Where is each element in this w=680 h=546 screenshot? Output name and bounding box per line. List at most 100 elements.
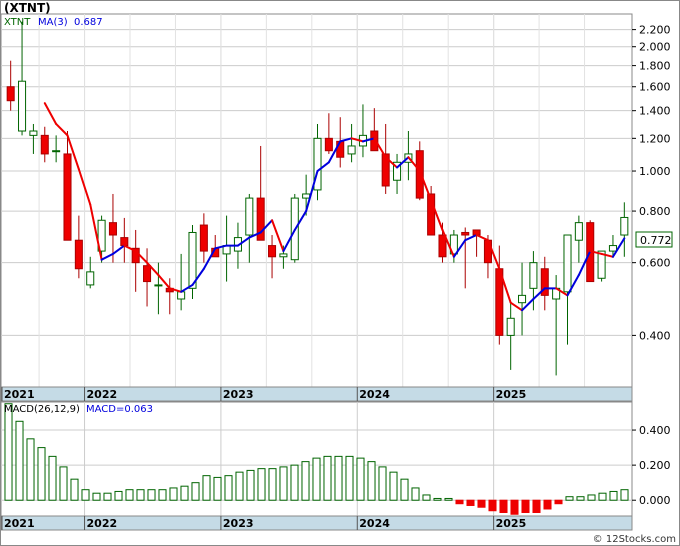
macd-bar: [26, 438, 35, 501]
price-x-tick-label: 2024: [359, 388, 390, 401]
candle-body: [63, 153, 72, 241]
macd-bar: [488, 499, 497, 512]
price-panel: 2.200 2.000 1.800 1.600 1.400 1.200 1.000 0.800…: [0, 13, 673, 402]
macd-bar: [565, 496, 574, 501]
macd-bar: [37, 447, 46, 501]
stock-chart: 2.200 2.000 1.800 1.600 1.400 1.200 1.000 0.800…: [0, 0, 680, 546]
candle-body: [29, 130, 38, 136]
macd-bar: [587, 494, 596, 501]
legend-ma-value: 0.687: [74, 17, 103, 28]
candle-body: [518, 294, 527, 304]
macd-panel: 0.400 0.200 0.000 2021 2022 2023 2024 2025 MAC…: [0, 401, 671, 531]
macd-legend-value: MACD=0.063: [86, 404, 153, 415]
macd-y-tick-label: 0.200: [639, 459, 671, 472]
macd-bar: [246, 469, 255, 501]
macd-bar: [554, 499, 563, 505]
candle-body: [18, 80, 27, 132]
candle-body: [177, 291, 186, 300]
candle-body: [529, 262, 538, 289]
macd-bar: [59, 466, 68, 501]
macd-bar: [444, 497, 453, 501]
macd-bar: [411, 487, 420, 501]
candle-body: [415, 150, 424, 199]
macd-bar: [70, 478, 79, 501]
macd-bar: [4, 403, 13, 501]
macd-bar: [92, 492, 101, 501]
candle-body: [279, 253, 288, 258]
macd-bar: [312, 457, 321, 501]
price-x-tick-label: 2023: [223, 388, 254, 401]
macd-bar: [213, 476, 222, 501]
macd-bar: [367, 461, 376, 501]
price-y-tick-label: 1.200: [639, 132, 671, 145]
macd-bar: [477, 499, 486, 508]
candle-body: [154, 284, 163, 287]
macd-x-tick-label: 2023: [223, 517, 254, 530]
macd-bar: [169, 487, 178, 501]
macd-bar: [158, 489, 167, 501]
macd-x-tick-label: 2024: [359, 517, 390, 530]
macd-bar: [356, 457, 365, 501]
macd-bar: [147, 489, 156, 501]
price-x-tick-label: 2021: [4, 388, 35, 401]
macd-bar: [301, 461, 310, 501]
price-y-tick-label: 0.800: [639, 205, 671, 218]
macd-bar: [323, 455, 332, 501]
candle-body: [506, 317, 515, 336]
price-y-tick-label: 2.200: [639, 24, 671, 37]
macd-bar: [180, 485, 189, 501]
legend-ma-label: MA(3): [38, 17, 68, 28]
candle-body: [336, 140, 345, 158]
macd-bar: [433, 497, 442, 501]
macd-y-tick-label: 0.000: [639, 494, 671, 507]
macd-bar: [576, 496, 585, 501]
candle-body: [74, 239, 83, 270]
candle-body: [108, 222, 117, 236]
candle-body: [199, 224, 208, 252]
candle-body: [324, 137, 333, 152]
macd-bar: [136, 489, 145, 501]
macd-bar: [521, 499, 530, 513]
price-tag: 0.772: [635, 231, 673, 248]
candle-body: [302, 193, 311, 199]
macd-bar: [334, 455, 343, 501]
macd-x-tick-label: 2025: [496, 517, 527, 530]
candle-body: [86, 271, 95, 286]
candle-body: [6, 86, 15, 102]
macd-bar: [103, 492, 112, 501]
candle-body: [483, 239, 492, 264]
macd-bar: [620, 489, 629, 501]
chart-title: (XTNT): [4, 1, 51, 15]
macd-bar: [191, 482, 200, 501]
price-x-tick-label: 2022: [87, 388, 118, 401]
macd-bar: [543, 499, 552, 510]
price-y-tick-label: 0.600: [639, 257, 671, 270]
macd-bar: [345, 455, 354, 501]
candle-body: [143, 265, 152, 283]
candle-body: [347, 145, 356, 155]
price-x-tick-label: 2025: [496, 388, 527, 401]
candle-body: [40, 134, 49, 155]
candle-body: [245, 197, 254, 236]
macd-bar: [224, 475, 233, 501]
candle-body: [268, 245, 277, 258]
macd-bar: [202, 475, 211, 501]
candle-body: [608, 245, 617, 252]
macd-bar: [598, 492, 607, 501]
price-tag-label: 0.772: [640, 234, 672, 247]
macd-bar: [125, 489, 134, 501]
macd-bar: [235, 471, 244, 501]
macd-x-tick-label: 2021: [4, 517, 35, 530]
price-y-tick-label: 1.400: [639, 105, 671, 118]
macd-bar: [81, 489, 90, 501]
macd-bar: [268, 468, 277, 501]
macd-bar: [389, 471, 398, 501]
macd-bar: [15, 420, 24, 501]
macd-bar: [466, 499, 475, 506]
macd-legend-label: MACD(26,12,9): [4, 404, 80, 415]
price-y-tick-label: 0.400: [639, 329, 671, 342]
macd-bar: [48, 455, 57, 501]
price-y-tick-label: 1.600: [639, 81, 671, 94]
macd-y-tick-label: 0.400: [639, 424, 671, 437]
macd-bar: [290, 464, 299, 501]
